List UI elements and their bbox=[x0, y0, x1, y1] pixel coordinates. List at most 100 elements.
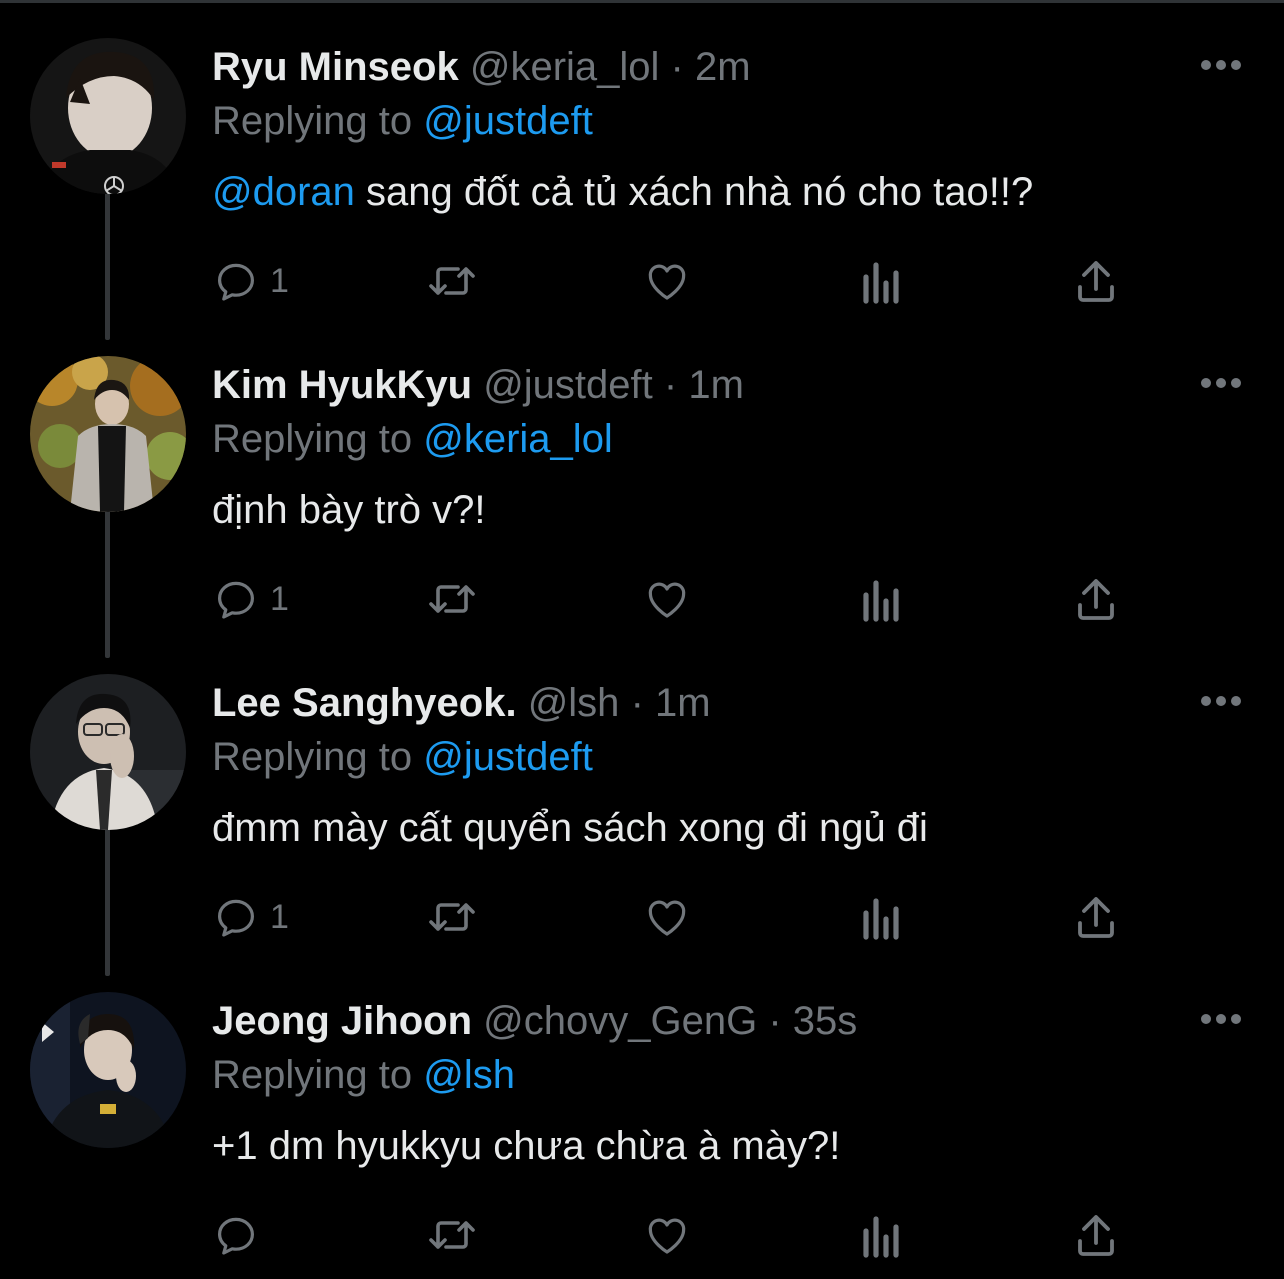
retweet-button[interactable] bbox=[426, 892, 478, 942]
avatar[interactable] bbox=[30, 674, 186, 830]
replying-to-line: Replying to @keria_lol bbox=[212, 414, 613, 464]
replying-to-link[interactable]: @justdeft bbox=[423, 99, 593, 143]
retweet-icon bbox=[429, 267, 475, 295]
mention-link[interactable]: @doran bbox=[212, 170, 355, 214]
handle[interactable]: @chovy_GenG bbox=[483, 999, 757, 1043]
tweet-text: định bày trò v?! bbox=[212, 484, 486, 536]
analytics-button[interactable] bbox=[860, 892, 904, 942]
share-icon bbox=[1078, 579, 1114, 620]
share-button[interactable] bbox=[1074, 256, 1118, 306]
reply-icon bbox=[218, 263, 254, 301]
retweet-button[interactable] bbox=[426, 256, 478, 306]
reply-icon bbox=[218, 1217, 254, 1255]
replying-to-link[interactable]: @lsh bbox=[423, 1053, 515, 1097]
timestamp[interactable]: 1m bbox=[655, 681, 711, 725]
tweet-text: đmm mày cất quyển sách xong đi ngủ đi bbox=[212, 802, 928, 854]
reply-count: 1 bbox=[270, 898, 289, 936]
like-button[interactable] bbox=[642, 892, 692, 942]
share-button[interactable] bbox=[1074, 1210, 1118, 1260]
display-name[interactable]: Lee Sanghyeok. bbox=[212, 681, 517, 725]
timestamp[interactable]: 35s bbox=[793, 999, 858, 1043]
share-icon bbox=[1078, 897, 1114, 938]
share-button[interactable] bbox=[1074, 574, 1118, 624]
display-name[interactable]: Jeong Jihoon bbox=[212, 999, 472, 1043]
avatar[interactable] bbox=[30, 992, 186, 1148]
display-name[interactable]: Kim HyukKyu bbox=[212, 363, 472, 407]
analytics-icon bbox=[863, 262, 899, 304]
retweet-icon bbox=[429, 903, 475, 931]
tweet-header: Jeong Jihoon @chovy_GenG · 35s bbox=[212, 996, 857, 1046]
separator-dot: · bbox=[670, 45, 684, 89]
more-options-icon[interactable] bbox=[1200, 1010, 1242, 1028]
tweet-header: Kim HyukKyu @justdeft · 1m bbox=[212, 360, 744, 410]
replying-to-link[interactable]: @justdeft bbox=[423, 735, 593, 779]
tweet-body: sang đốt cả tủ xách nhà nó cho tao!!? bbox=[354, 170, 1034, 214]
heart-icon bbox=[648, 582, 686, 618]
retweet-button[interactable] bbox=[426, 574, 478, 624]
tweet-header: Lee Sanghyeok. @lsh · 1m bbox=[212, 678, 711, 728]
retweet-icon bbox=[429, 585, 475, 613]
like-button[interactable] bbox=[642, 256, 692, 306]
action-bar: 1 bbox=[212, 256, 1132, 306]
heart-icon bbox=[648, 900, 686, 936]
retweet-button[interactable] bbox=[426, 1210, 478, 1260]
top-divider bbox=[0, 0, 1284, 3]
action-bar bbox=[212, 1210, 1132, 1260]
heart-icon bbox=[648, 264, 686, 300]
reply-count: 1 bbox=[270, 580, 289, 618]
reply-button[interactable]: 1 bbox=[212, 574, 289, 624]
tweet[interactable]: Kim HyukKyu @justdeft · 1m Replying to @… bbox=[0, 324, 1284, 642]
more-options-icon[interactable] bbox=[1200, 56, 1242, 74]
timestamp[interactable]: 1m bbox=[688, 363, 744, 407]
analytics-button[interactable] bbox=[860, 1210, 904, 1260]
retweet-icon bbox=[429, 1221, 475, 1249]
replying-to-label: Replying to bbox=[212, 99, 413, 143]
avatar[interactable] bbox=[30, 356, 186, 512]
reply-icon bbox=[218, 581, 254, 619]
analytics-button[interactable] bbox=[860, 256, 904, 306]
timestamp[interactable]: 2m bbox=[695, 45, 751, 89]
avatar[interactable] bbox=[30, 38, 186, 194]
replying-to-label: Replying to bbox=[212, 735, 413, 779]
analytics-icon bbox=[863, 898, 899, 940]
action-bar: 1 bbox=[212, 574, 1132, 624]
analytics-icon bbox=[863, 580, 899, 622]
share-icon bbox=[1078, 261, 1114, 302]
replying-to-line: Replying to @lsh bbox=[212, 1050, 515, 1100]
tweet-header: Ryu Minseok @keria_lol · 2m bbox=[212, 42, 751, 92]
reply-button[interactable]: 1 bbox=[212, 892, 289, 942]
share-icon bbox=[1078, 1215, 1114, 1256]
analytics-button[interactable] bbox=[860, 574, 904, 624]
reply-button[interactable] bbox=[212, 1210, 270, 1260]
tweet-text: +1 dm hyukkyu chưa chừa à mày?! bbox=[212, 1120, 840, 1172]
analytics-icon bbox=[863, 1216, 899, 1258]
tweet-body: +1 dm hyukkyu chưa chừa à mày?! bbox=[212, 1124, 841, 1168]
tweet[interactable]: Ryu Minseok @keria_lol · 2m Replying to … bbox=[0, 6, 1284, 324]
reply-count: 1 bbox=[270, 262, 289, 300]
heart-icon bbox=[648, 1218, 686, 1254]
more-options-icon[interactable] bbox=[1200, 692, 1242, 710]
replying-to-line: Replying to @justdeft bbox=[212, 96, 593, 146]
replying-to-link[interactable]: @keria_lol bbox=[423, 417, 613, 461]
tweet[interactable]: Jeong Jihoon @chovy_GenG · 35s Replying … bbox=[0, 960, 1284, 1278]
replying-to-label: Replying to bbox=[212, 1053, 413, 1097]
tweet-body: định bày trò v?! bbox=[212, 488, 486, 532]
handle[interactable]: @keria_lol bbox=[470, 45, 660, 89]
like-button[interactable] bbox=[642, 574, 692, 624]
tweet[interactable]: Lee Sanghyeok. @lsh · 1m Replying to @ju… bbox=[0, 642, 1284, 960]
replying-to-line: Replying to @justdeft bbox=[212, 732, 593, 782]
reply-button[interactable]: 1 bbox=[212, 256, 289, 306]
replying-to-label: Replying to bbox=[212, 417, 413, 461]
action-bar: 1 bbox=[212, 892, 1132, 942]
separator-dot: · bbox=[630, 681, 644, 725]
share-button[interactable] bbox=[1074, 892, 1118, 942]
reply-icon bbox=[218, 899, 254, 937]
handle[interactable]: @lsh bbox=[528, 681, 620, 725]
like-button[interactable] bbox=[642, 1210, 692, 1260]
more-options-icon[interactable] bbox=[1200, 374, 1242, 392]
tweet-body: đmm mày cất quyển sách xong đi ngủ đi bbox=[212, 806, 928, 850]
display-name[interactable]: Ryu Minseok bbox=[212, 45, 459, 89]
tweet-text: @doran sang đốt cả tủ xách nhà nó cho ta… bbox=[212, 166, 1033, 218]
separator-dot: · bbox=[663, 363, 678, 407]
handle[interactable]: @justdeft bbox=[483, 363, 653, 407]
